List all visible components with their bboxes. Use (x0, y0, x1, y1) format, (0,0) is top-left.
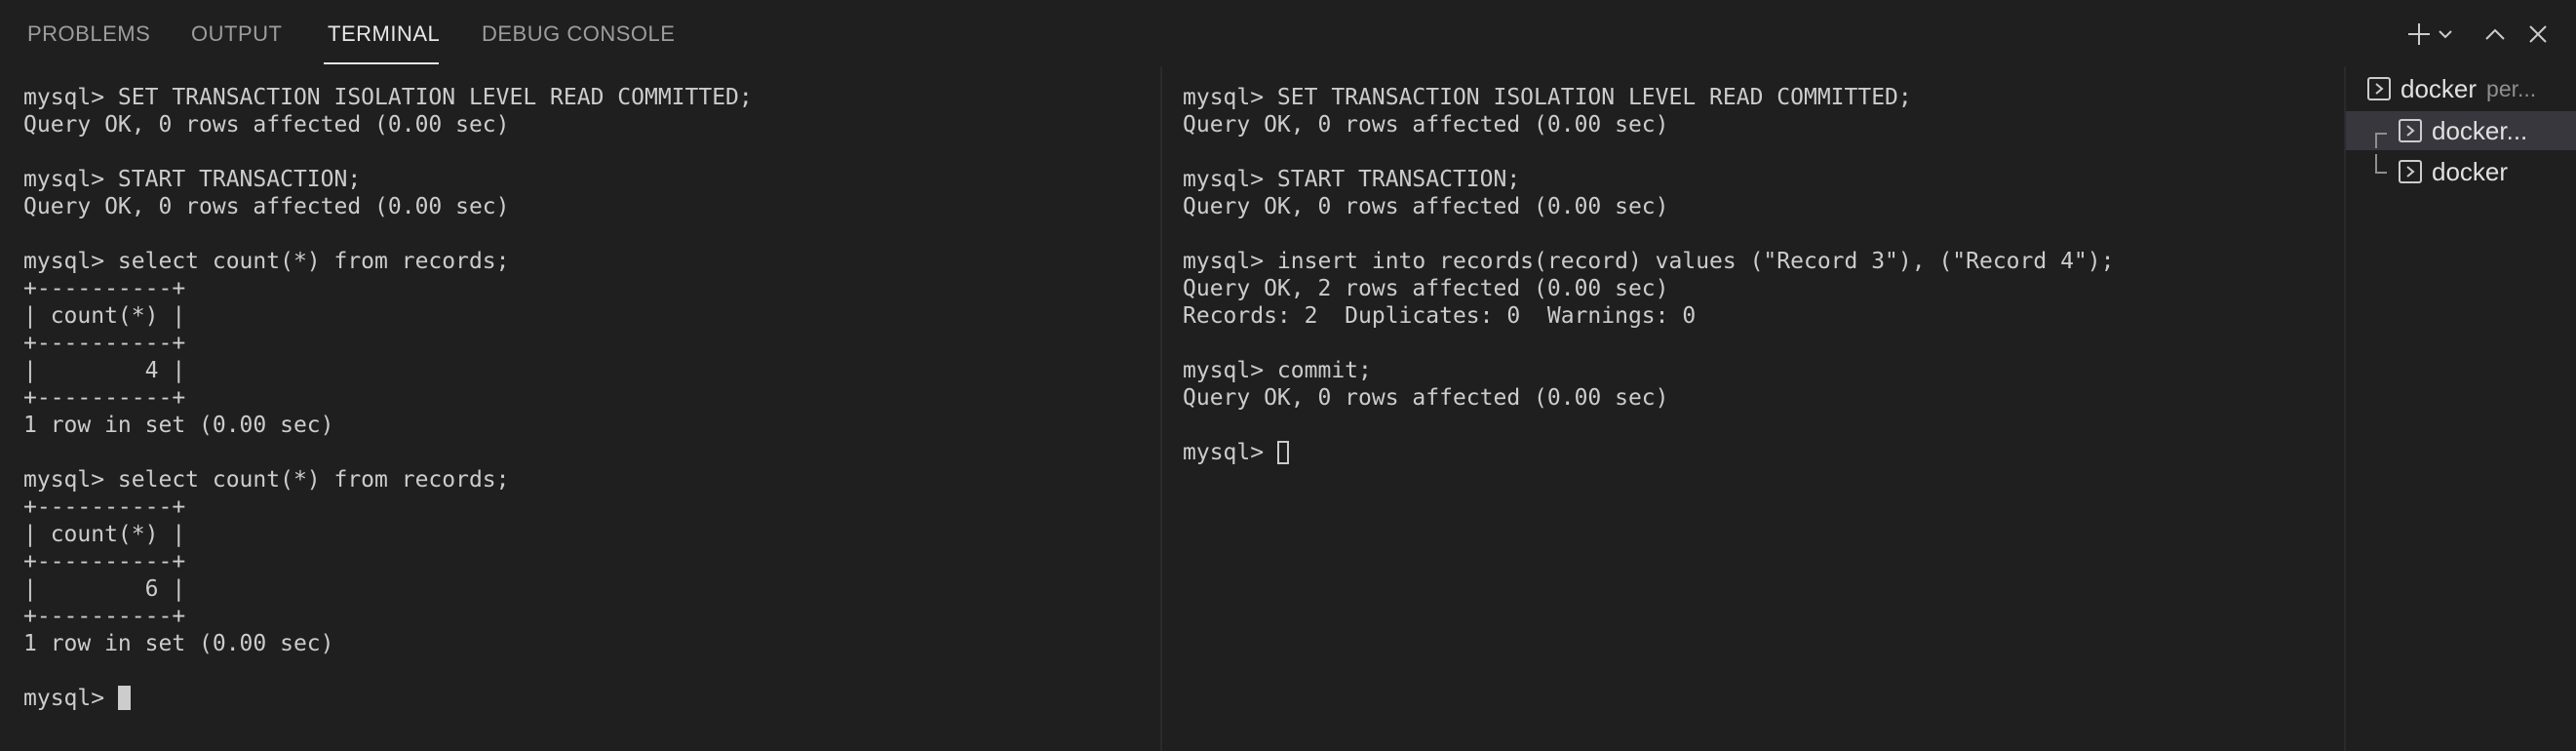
plus-icon (2408, 23, 2430, 45)
terminal-list-item[interactable]: docker per... (2346, 69, 2576, 108)
tab-output[interactable]: OUTPUT (191, 21, 282, 47)
tree-connector (2375, 133, 2387, 148)
active-tab-indicator (324, 62, 439, 64)
close-icon (2529, 25, 2547, 43)
terminal-icon (2399, 119, 2422, 142)
terminal-list-item-name: docker (2400, 73, 2478, 103)
terminal-output: mysql> SET TRANSACTION ISOLATION LEVEL R… (1183, 85, 2115, 411)
tab-terminal[interactable]: TERMINAL (328, 21, 440, 47)
terminal-list-item[interactable]: docker... (2346, 111, 2576, 150)
new-terminal-button[interactable] (2402, 18, 2436, 51)
terminal-list-item-description: per... (2486, 75, 2537, 101)
terminal-profile-dropdown[interactable] (2434, 18, 2457, 51)
chevron-up-icon (2485, 28, 2505, 40)
terminal-list-item-name: docker (2432, 156, 2509, 186)
tab-problems[interactable]: PROBLEMS (27, 21, 150, 47)
terminal-pane-right[interactable]: mysql> SET TRANSACTION ISOLATION LEVEL R… (1162, 66, 2342, 751)
maximize-panel-button[interactable] (2478, 18, 2512, 51)
terminal-prompt: mysql> (1183, 440, 1277, 465)
chevron-down-icon (2439, 30, 2452, 39)
terminal-list-item[interactable]: docker (2346, 152, 2576, 191)
tree-connector (2375, 154, 2387, 174)
terminal-tabs-list: docker per... docker... docker (2344, 66, 2576, 751)
terminal-cursor (1276, 441, 1289, 464)
terminal-prompt: mysql> (23, 686, 118, 711)
terminal-output: mysql> SET TRANSACTION ISOLATION LEVEL R… (23, 85, 753, 656)
tab-debug-console[interactable]: DEBUG CONSOLE (482, 21, 675, 47)
terminal-icon (2367, 77, 2391, 100)
close-panel-button[interactable] (2521, 18, 2555, 51)
terminal-pane-left[interactable]: mysql> SET TRANSACTION ISOLATION LEVEL R… (0, 66, 1160, 751)
terminal-list-item-name: docker... (2432, 115, 2528, 145)
panel-tab-bar: PROBLEMS OUTPUT TERMINAL DEBUG CONSOLE (0, 0, 2576, 66)
terminal-icon (2399, 160, 2422, 183)
terminal-cursor (117, 686, 131, 710)
